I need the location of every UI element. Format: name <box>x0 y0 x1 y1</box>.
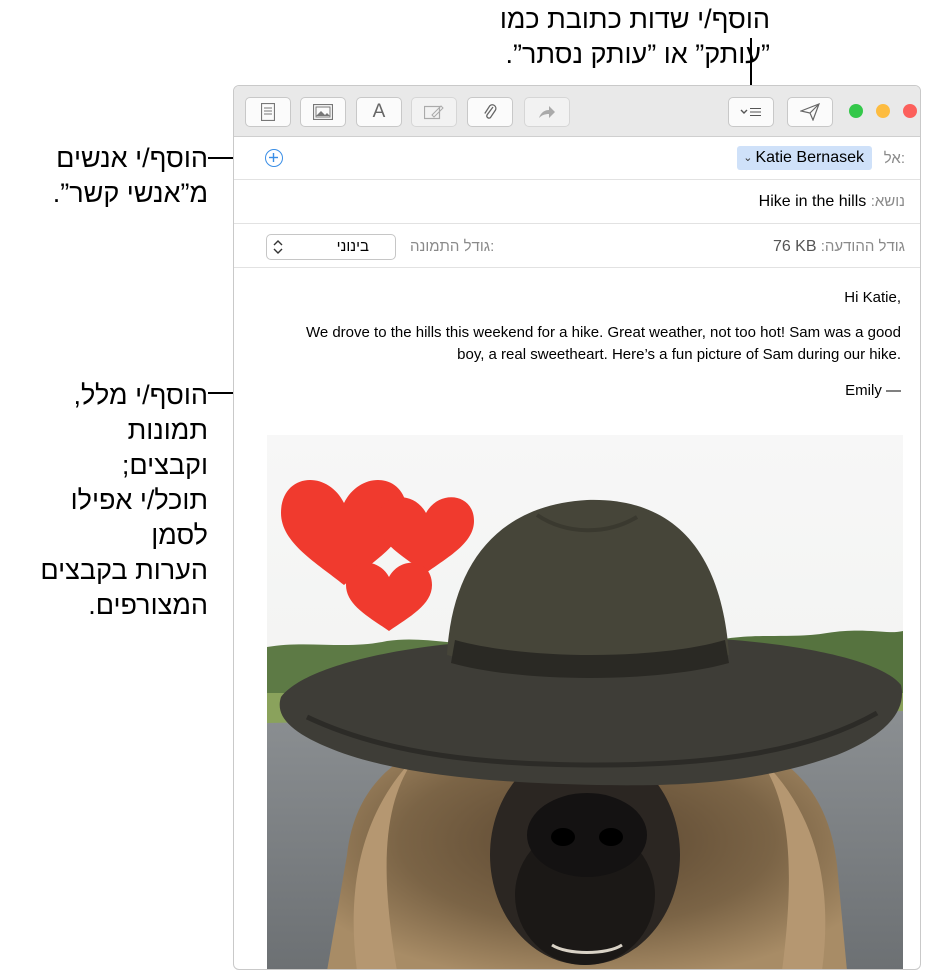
plus-circle-icon <box>269 153 278 162</box>
size-row: גודל ההודעה: 76 KB גודל התמונה: בינוני <box>234 224 920 268</box>
address-fields-button[interactable] <box>728 97 774 127</box>
to-row: אל: ⌄ Katie Bernasek <box>234 136 920 180</box>
markup-button[interactable] <box>411 97 457 127</box>
message-size-value: 76 KB <box>772 238 817 255</box>
callout-line: תוכל/י אפילו לסמן <box>70 485 208 550</box>
callout-address-fields: הוסף/י שדות כתובת כמו ”עותק” או ”עותק נס… <box>470 2 770 72</box>
updown-chevron-icon <box>273 240 283 254</box>
photo-browser-icon <box>313 104 333 120</box>
callout-line: הוסף/י מלל, <box>73 380 208 410</box>
subject-value: Hike in the hills <box>758 193 867 210</box>
send-icon <box>539 106 555 118</box>
image-size-select[interactable]: בינוני <box>266 234 396 260</box>
forward-button[interactable] <box>524 97 570 127</box>
callout-line: תמונות וקבצים; <box>121 415 208 480</box>
body-line: boy, a real sweetheart. Here’s a fun pic… <box>457 346 901 363</box>
image-size-label: גודל התמונה: <box>410 238 495 255</box>
add-contact-button[interactable] <box>265 149 283 167</box>
chevron-down-icon: ⌄ <box>743 152 753 164</box>
format-icon: A <box>372 101 386 122</box>
chevron-down-list-icon <box>740 108 761 116</box>
subject-row: נושא: Hike in the hills <box>234 180 920 224</box>
header-fields-button[interactable] <box>245 97 291 127</box>
photo-browser-button[interactable] <box>300 97 346 127</box>
zoom-button[interactable] <box>849 104 863 118</box>
recipient-token[interactable]: ⌄ Katie Bernasek <box>737 146 872 170</box>
callout-add-contacts: הוסף/י אנשים מ”אנשי קשר”. <box>40 141 208 211</box>
callout-line: הוסף/י אנשים <box>56 143 208 173</box>
signature: Emily — <box>845 382 901 399</box>
subject-field[interactable]: נושא: Hike in the hills <box>759 193 905 211</box>
header-fields-icon <box>261 103 275 121</box>
subject-label: נושא: <box>870 193 905 210</box>
image-size-value: בינוני <box>336 238 369 255</box>
format-button[interactable]: A <box>356 97 402 127</box>
attachment-icon <box>484 104 497 119</box>
message-size: גודל ההודעה: 76 KB <box>773 238 905 256</box>
callout-line: הערות בקבצים <box>40 555 208 585</box>
to-label: אל: <box>883 150 905 167</box>
paper-plane-icon <box>800 103 820 121</box>
compose-window: A אל: ⌄ Katie Bernasek נושא: Hike in the… <box>233 85 921 970</box>
body-line: We drove to the hills this weekend for a… <box>305 324 901 341</box>
callout-line: מ”אנשי קשר”. <box>52 178 208 208</box>
toolbar: A <box>234 86 920 137</box>
markup-icon <box>424 105 444 120</box>
callout-line: הוסף/י שדות כתובת כמו <box>499 4 770 34</box>
attached-photo[interactable] <box>267 435 903 969</box>
close-button[interactable] <box>903 104 917 118</box>
recipient-name: Katie Bernasek <box>755 149 864 166</box>
callout-line: המצורפים. <box>88 590 208 620</box>
callout-line: ”עותק” או ”עותק נסתר”. <box>505 39 770 69</box>
dog-photo-image <box>267 435 903 969</box>
send-button[interactable] <box>787 97 833 127</box>
message-size-label: גודל ההודעה: <box>820 238 905 255</box>
attachment-button[interactable] <box>467 97 513 127</box>
minimize-button[interactable] <box>876 104 890 118</box>
greeting: Hi Katie, <box>844 289 901 306</box>
callout-add-content: הוסף/י מלל, תמונות וקבצים; תוכל/י אפילו … <box>40 378 208 623</box>
